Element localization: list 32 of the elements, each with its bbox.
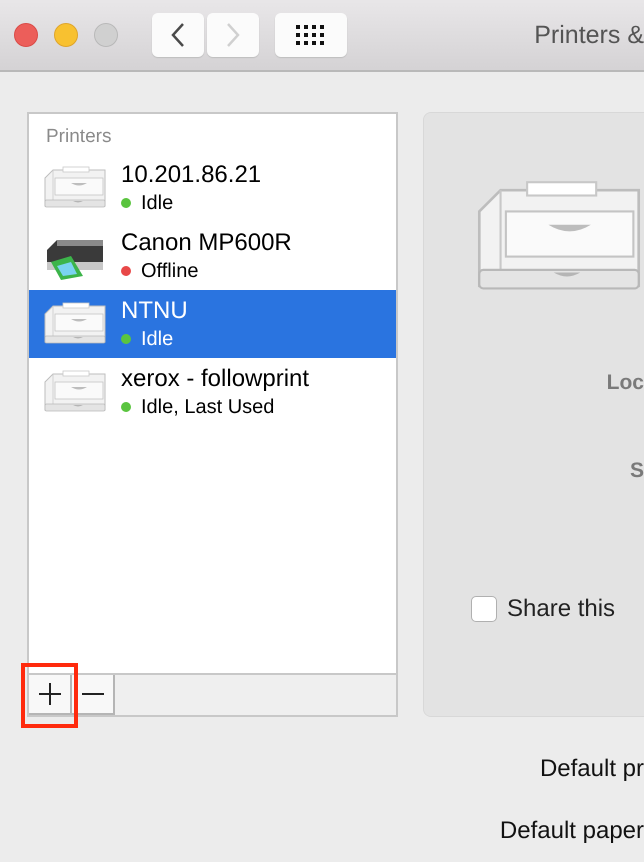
minimize-button[interactable] [54, 23, 78, 47]
printer-name: 10.201.86.21 [121, 160, 262, 190]
printer-status: Idle [141, 191, 174, 216]
setting-label: Default paper [500, 817, 644, 845]
printer-row[interactable]: 10.201.86.21 Idle [29, 154, 396, 222]
share-label: Share this [507, 595, 616, 623]
printer-name: NTNU [121, 296, 188, 326]
remove-button[interactable] [72, 675, 115, 715]
back-button[interactable] [152, 13, 204, 57]
field-label: Loc [606, 371, 644, 395]
printer-row[interactable]: Canon MP600R Offline [29, 222, 396, 290]
setting-label: Default pr [540, 755, 644, 783]
list-header: Printers [45, 125, 112, 149]
remove-icon [80, 692, 104, 696]
back-icon [169, 22, 187, 48]
close-button[interactable] [14, 23, 38, 47]
printer-row[interactable]: xerox - followprint Idle, Last Used [29, 358, 396, 426]
forward-icon [224, 22, 242, 48]
field-label: S [630, 459, 644, 483]
grid-icon [296, 25, 326, 45]
printer-status: Idle [141, 327, 174, 352]
share-checkbox[interactable] [471, 596, 497, 622]
show-all-button[interactable] [275, 13, 347, 57]
add-icon [38, 682, 62, 706]
highlight-frame [21, 663, 78, 728]
printer-name: Canon MP600R [121, 228, 292, 258]
printer-status: Idle, Last Used [141, 395, 274, 420]
add-button[interactable] [29, 675, 72, 715]
printer-name: xerox - followprint [121, 364, 310, 394]
printer-row[interactable]: NTNU Idle [29, 290, 396, 358]
window-title: Printers & [534, 20, 644, 50]
printer-status: Offline [141, 259, 198, 284]
